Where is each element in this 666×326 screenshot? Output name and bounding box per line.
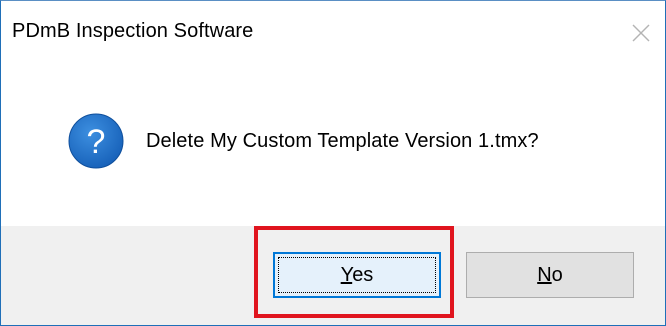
no-button[interactable]: No [466,252,634,298]
close-icon [632,24,650,42]
message-dialog: PDmB Inspection Software ? Delete My Cus… [0,0,666,326]
yes-accelerator: Y [340,263,353,286]
button-bar: Yes No [1,226,665,325]
title-bar: PDmB Inspection Software [1,1,665,65]
no-label: No [537,264,563,287]
yes-button[interactable]: Yes [273,252,441,298]
yes-label: Yes [341,264,374,287]
yes-label-rest: es [352,263,374,286]
close-button[interactable] [621,13,661,53]
dialog-message: Delete My Custom Template Version 1.tmx? [146,130,539,152]
dialog-content: ? Delete My Custom Template Version 1.tm… [1,65,665,225]
no-accelerator: N [537,263,552,286]
question-glyph: ? [87,123,106,161]
no-label-rest: o [551,263,563,286]
window-title: PDmB Inspection Software [12,20,254,42]
question-icon: ? [68,113,124,169]
